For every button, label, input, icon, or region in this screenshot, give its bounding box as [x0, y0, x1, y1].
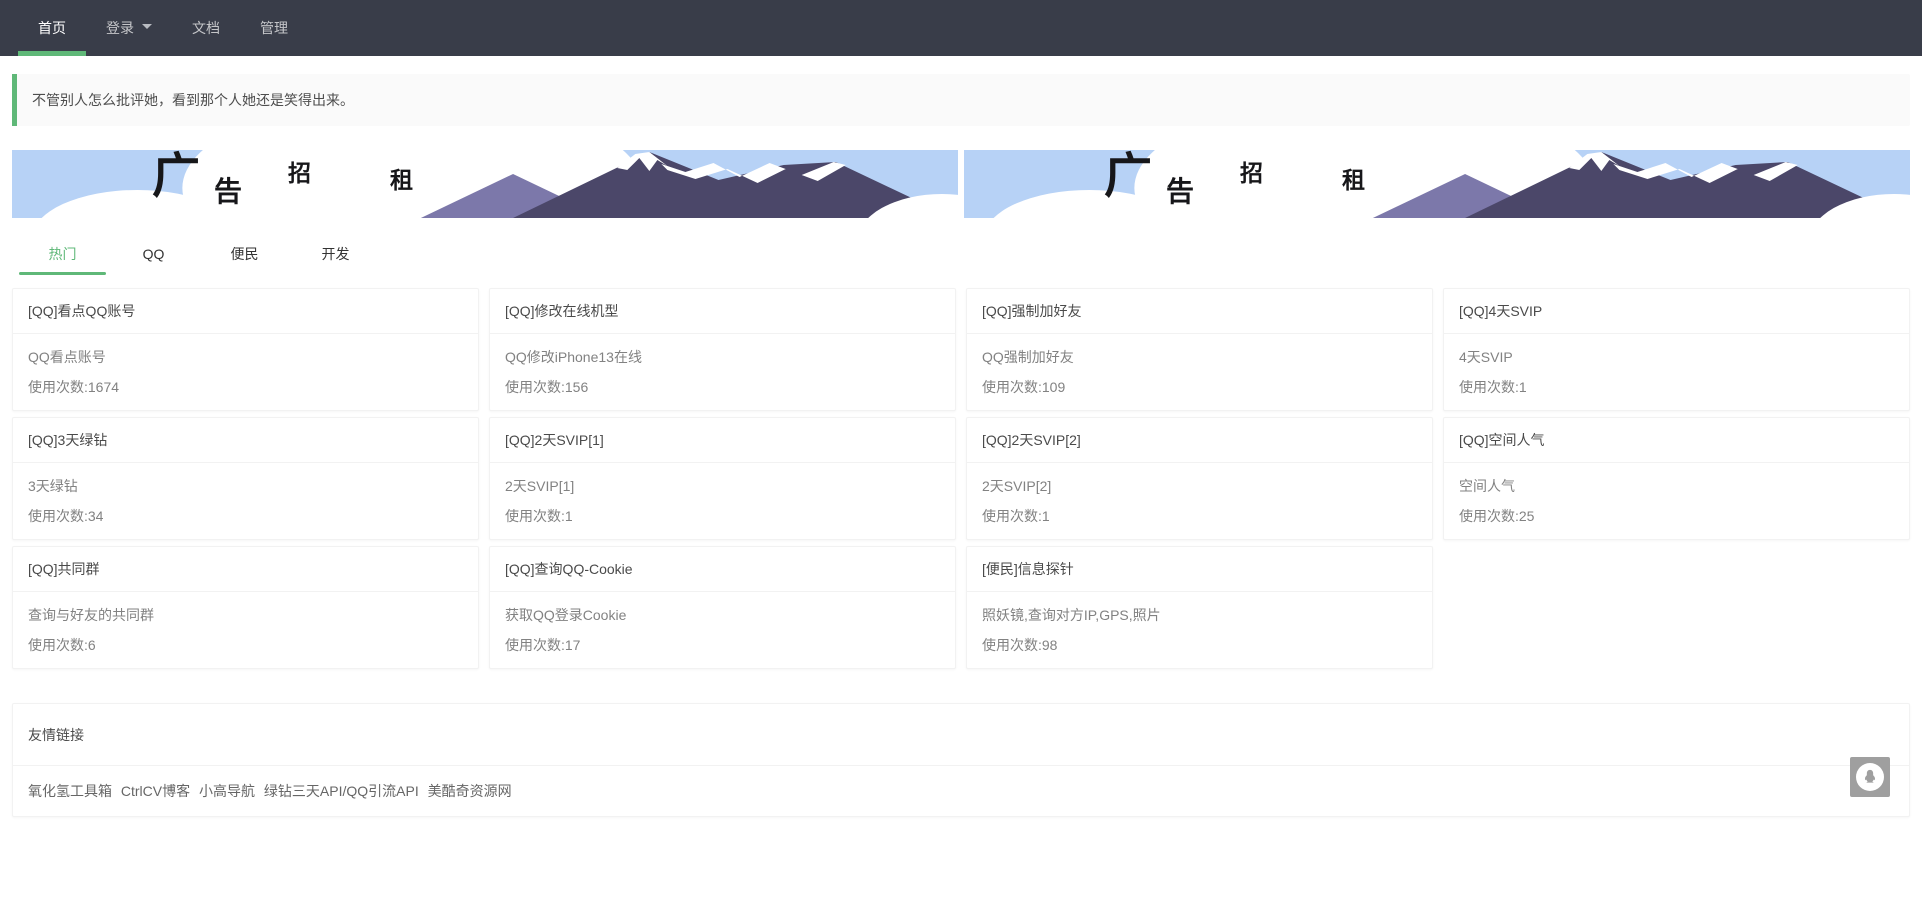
friend-link[interactable]: 美酷奇资源网	[428, 783, 512, 799]
quote-text: 不管别人怎么批评她，看到那个人她还是笑得出来。	[32, 92, 354, 108]
api-card-title: [便民]信息探针	[967, 547, 1432, 592]
nav-item[interactable]: 登录	[86, 0, 172, 56]
banner-text-zhao: 招	[1240, 162, 1263, 185]
friend-links-list: 氧化氢工具箱 CtrlCV博客 小高导航 绿钻三天API/QQ引流API 美酷奇…	[13, 766, 1909, 816]
friend-links-card: 友情链接 氧化氢工具箱 CtrlCV博客 小高导航 绿钻三天API/QQ引流AP…	[12, 703, 1910, 817]
api-card-usage-count: 使用次数:6	[28, 630, 463, 660]
api-card[interactable]: [QQ]空间人气 空间人气 使用次数:25	[1443, 417, 1910, 540]
nav-item-label: 首页	[38, 20, 66, 36]
api-card-usage-count: 使用次数:25	[1459, 501, 1894, 531]
api-card-title: [QQ]空间人气	[1444, 418, 1909, 463]
banner-text-guang: 广	[1104, 152, 1152, 200]
qq-contact-fab[interactable]	[1850, 757, 1890, 797]
ad-banner-1[interactable]: 广 告 招 租	[12, 150, 958, 218]
friend-link[interactable]: CtrlCV博客	[121, 783, 190, 799]
api-card[interactable]: [QQ]看点QQ账号 QQ看点账号 使用次数:1674	[12, 288, 479, 411]
banner-text-gao: 告	[214, 178, 242, 206]
nav-list: 首页 登录 文档 管理	[18, 0, 308, 56]
api-card-description: QQ看点账号	[28, 342, 463, 372]
qq-penguin-icon	[1856, 763, 1884, 791]
banner-text-zu: 租	[390, 169, 413, 192]
api-card-grid: [QQ]看点QQ账号 QQ看点账号 使用次数:1674 [QQ]修改在线机型 Q…	[12, 288, 1910, 669]
nav-item-label: 登录	[106, 20, 134, 36]
banner-text-gao: 告	[1166, 178, 1194, 206]
api-card[interactable]: [QQ]强制加好友 QQ强制加好友 使用次数:109	[966, 288, 1433, 411]
nav-item[interactable]: 管理	[240, 0, 308, 56]
main-container: 不管别人怎么批评她，看到那个人她还是笑得出来。 广 告 招 租	[12, 74, 1910, 817]
api-card-usage-count: 使用次数:1	[1459, 372, 1894, 402]
api-card-usage-count: 使用次数:1	[505, 501, 940, 531]
api-card-title: [QQ]3天绿钻	[13, 418, 478, 463]
api-card-description: QQ修改iPhone13在线	[505, 342, 940, 372]
tab-item[interactable]: 便民	[199, 236, 290, 272]
top-navbar: 首页 登录 文档 管理	[0, 0, 1922, 56]
api-card-title: [QQ]2天SVIP[1]	[490, 418, 955, 463]
ad-banner-row: 广 告 招 租 广 告 招 租	[12, 150, 1910, 218]
nav-item[interactable]: 文档	[172, 0, 240, 56]
api-card-usage-count: 使用次数:1	[982, 501, 1417, 531]
banner-text-zhao: 招	[288, 162, 311, 185]
friend-links-title: 友情链接	[13, 704, 1909, 766]
api-card[interactable]: [QQ]4天SVIP 4天SVIP 使用次数:1	[1443, 288, 1910, 411]
api-card-title: [QQ]共同群	[13, 547, 478, 592]
api-card-description: 照妖镜,查询对方IP,GPS,照片	[982, 600, 1417, 630]
banner-text-guang: 广	[152, 152, 200, 200]
api-card-description: 2天SVIP[1]	[505, 471, 940, 501]
api-card[interactable]: [QQ]查询QQ-Cookie 获取QQ登录Cookie 使用次数:17	[489, 546, 956, 669]
category-tabs: 热门 QQ 便民 开发	[12, 234, 1910, 274]
api-card-usage-count: 使用次数:34	[28, 501, 463, 531]
api-card[interactable]: [QQ]2天SVIP[1] 2天SVIP[1] 使用次数:1	[489, 417, 956, 540]
friend-link[interactable]: 绿钻三天API/QQ引流API	[264, 783, 419, 799]
banner-text-zu: 租	[1342, 169, 1365, 192]
api-card-usage-count: 使用次数:156	[505, 372, 940, 402]
ad-banner-2[interactable]: 广 告 招 租	[964, 150, 1910, 218]
api-card-title: [QQ]修改在线机型	[490, 289, 955, 334]
api-card-description: 查询与好友的共同群	[28, 600, 463, 630]
api-card[interactable]: [QQ]共同群 查询与好友的共同群 使用次数:6	[12, 546, 479, 669]
tab-item[interactable]: 开发	[290, 236, 381, 272]
tab-item[interactable]: 热门	[17, 236, 108, 272]
api-card-description: 获取QQ登录Cookie	[505, 600, 940, 630]
api-card-title: [QQ]4天SVIP	[1444, 289, 1909, 334]
friend-link[interactable]: 氧化氢工具箱	[28, 783, 112, 799]
quote-banner: 不管别人怎么批评她，看到那个人她还是笑得出来。	[12, 74, 1910, 126]
chevron-down-icon	[142, 24, 152, 34]
api-card-usage-count: 使用次数:98	[982, 630, 1417, 660]
api-card-usage-count: 使用次数:1674	[28, 372, 463, 402]
api-card-description: 2天SVIP[2]	[982, 471, 1417, 501]
api-card-usage-count: 使用次数:109	[982, 372, 1417, 402]
api-card-description: 3天绿钻	[28, 471, 463, 501]
api-card-description: 空间人气	[1459, 471, 1894, 501]
api-card[interactable]: [QQ]2天SVIP[2] 2天SVIP[2] 使用次数:1	[966, 417, 1433, 540]
tab-item[interactable]: QQ	[108, 236, 199, 272]
api-card-title: [QQ]查询QQ-Cookie	[490, 547, 955, 592]
friend-link[interactable]: 小高导航	[199, 783, 255, 799]
api-card[interactable]: [便民]信息探针 照妖镜,查询对方IP,GPS,照片 使用次数:98	[966, 546, 1433, 669]
api-card[interactable]: [QQ]修改在线机型 QQ修改iPhone13在线 使用次数:156	[489, 288, 956, 411]
tab-label: 开发	[322, 246, 350, 262]
api-card-usage-count: 使用次数:17	[505, 630, 940, 660]
tab-label: 便民	[231, 246, 259, 262]
tab-label: QQ	[143, 246, 165, 262]
tab-label: 热门	[49, 246, 77, 262]
api-card-description: 4天SVIP	[1459, 342, 1894, 372]
nav-item[interactable]: 首页	[18, 0, 86, 56]
api-card-description: QQ强制加好友	[982, 342, 1417, 372]
nav-item-label: 管理	[260, 20, 288, 36]
api-card-title: [QQ]看点QQ账号	[13, 289, 478, 334]
nav-item-label: 文档	[192, 20, 220, 36]
api-card-title: [QQ]强制加好友	[967, 289, 1432, 334]
api-card-title: [QQ]2天SVIP[2]	[967, 418, 1432, 463]
api-card[interactable]: [QQ]3天绿钻 3天绿钻 使用次数:34	[12, 417, 479, 540]
